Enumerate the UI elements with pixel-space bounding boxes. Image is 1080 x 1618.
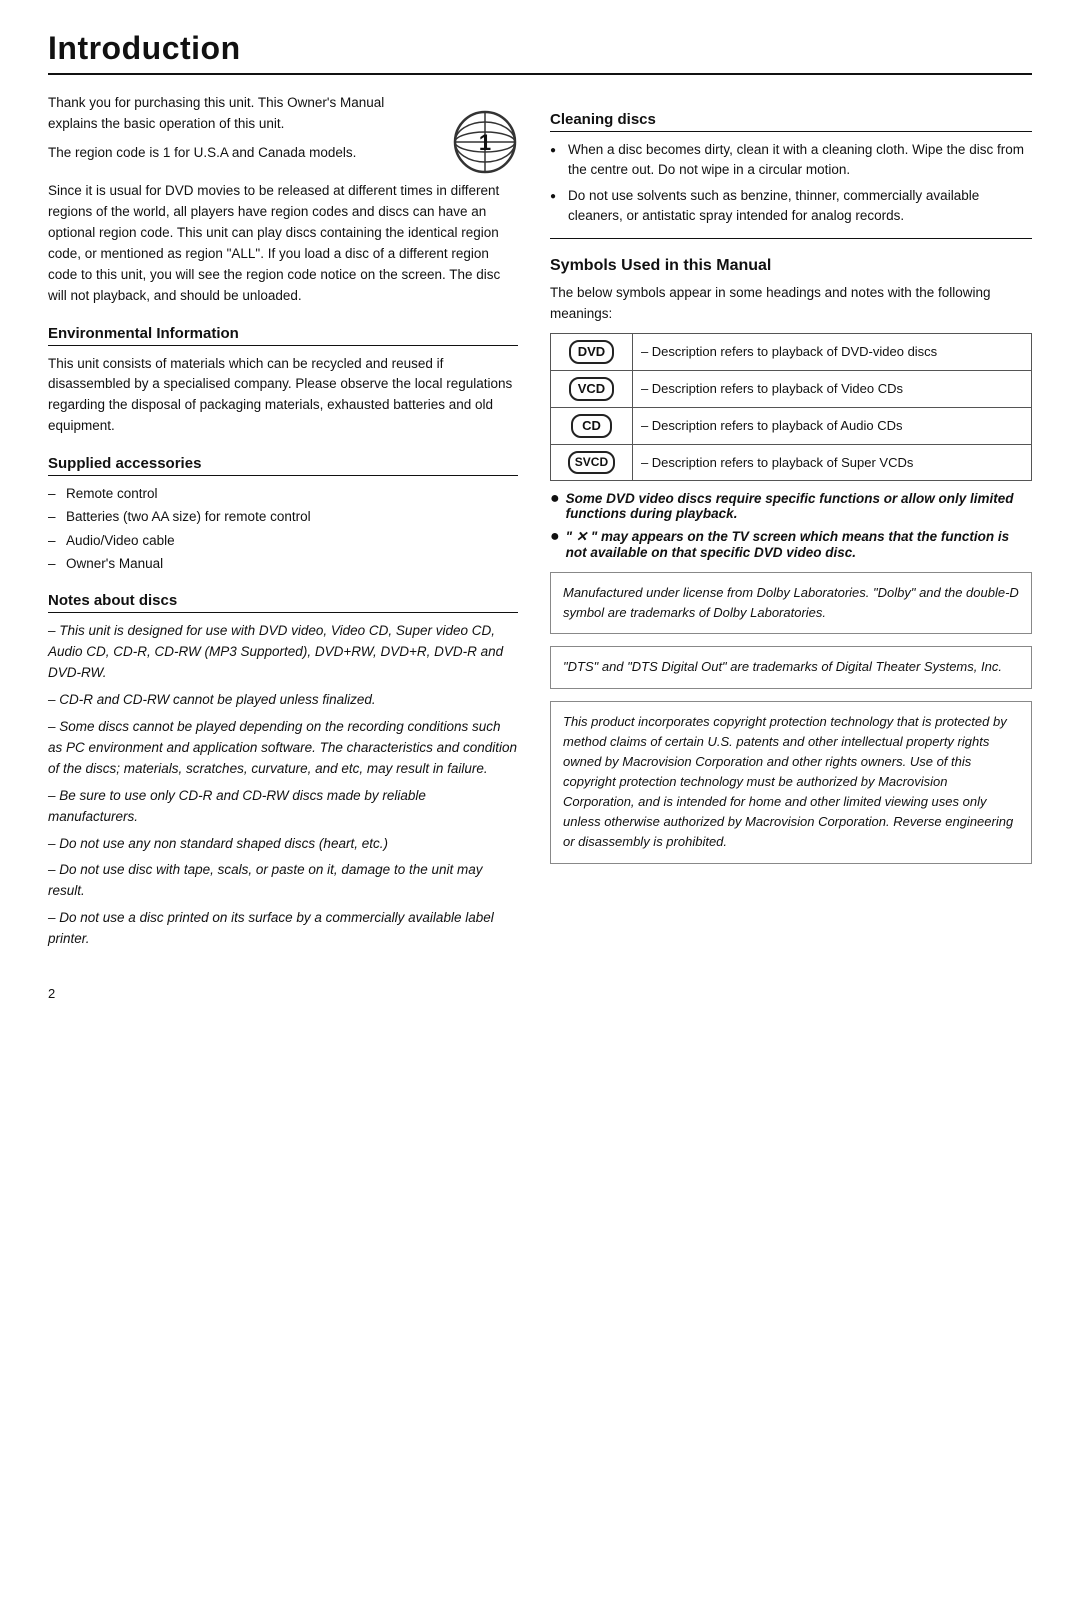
intro-text: Thank you for purchasing this unit. This… [48,93,432,172]
notice-box-1: Manufactured under license from Dolby La… [550,572,1032,634]
cleaning-heading: Cleaning discs [550,111,1032,132]
main-content: Thank you for purchasing this unit. This… [48,93,1032,956]
notes-item-5: – Do not use disc with tape, scals, or p… [48,860,518,902]
notes-content: – This unit is designed for use with DVD… [48,621,518,950]
disc-badge-dvd: DVD [551,333,633,370]
page-title: Introduction [48,30,1032,75]
cleaning-list: When a disc becomes dirty, clean it with… [550,140,1032,226]
notes-item-3: – Be sure to use only CD-R and CD-RW dis… [48,786,518,828]
intro-section: Thank you for purchasing this unit. This… [48,93,518,175]
intro-para3: Since it is usual for DVD movies to be r… [48,181,518,307]
notes-item-2: – Some discs cannot be played depending … [48,717,518,780]
dvd-note1: ● Some DVD video discs require specific … [550,491,1032,521]
section-divider [550,238,1032,239]
table-row: SVCD – Description refers to playback of… [551,445,1032,481]
notes-item-6: – Do not use a disc printed on its surfa… [48,908,518,950]
table-row: CD – Description refers to playback of A… [551,408,1032,445]
svg-text:1: 1 [479,130,491,155]
intro-para2: The region code is 1 for U.S.A and Canad… [48,143,432,164]
table-row: VCD – Description refers to playback of … [551,371,1032,408]
disc-desc-svcd: – Description refers to playback of Supe… [632,445,1031,481]
env-para: This unit consists of materials which ca… [48,354,518,438]
list-item: Remote control [48,484,518,504]
notes-item-0: – This unit is designed for use with DVD… [48,621,518,684]
notice-box-3: This product incorporates copyright prot… [550,701,1032,864]
list-item: Batteries (two AA size) for remote contr… [48,507,518,527]
bullet-dot: ● [550,528,560,560]
symbols-table: DVD – Description refers to playback of … [550,333,1032,481]
accessories-list: Remote control Batteries (two AA size) f… [48,484,518,574]
disc-desc-vcd: – Description refers to playback of Vide… [632,371,1031,408]
accessories-heading: Supplied accessories [48,455,518,476]
dvd-note1-text: Some DVD video discs require specific fu… [566,491,1032,521]
intro-para1: Thank you for purchasing this unit. This… [48,93,432,135]
bullet-dot: ● [550,490,560,521]
notes-item-4: – Do not use any non standard shaped dis… [48,834,518,855]
region-badge: 1 [450,107,518,175]
right-column: Cleaning discs When a disc becomes dirty… [550,93,1032,956]
notice-1-text: Manufactured under license from Dolby La… [563,585,1019,620]
list-item: Do not use solvents such as benzine, thi… [550,186,1032,227]
list-item: Owner's Manual [48,554,518,574]
disc-badge-svcd: SVCD [551,445,633,481]
list-item: Audio/Video cable [48,531,518,551]
notes-item-1: – CD-R and CD-RW cannot be played unless… [48,690,518,711]
symbols-intro: The below symbols appear in some heading… [550,283,1032,325]
env-heading: Environmental Information [48,325,518,346]
notice-3-text: This product incorporates copyright prot… [563,714,1013,850]
page-number: 2 [48,986,55,1001]
list-item: When a disc becomes dirty, clean it with… [550,140,1032,181]
notice-box-2: "DTS" and "DTS Digital Out" are trademar… [550,646,1032,688]
table-row: DVD – Description refers to playback of … [551,333,1032,370]
disc-desc-dvd: – Description refers to playback of DVD-… [632,333,1031,370]
symbols-heading: Symbols Used in this Manual [550,257,1032,278]
dvd-note2-text: " ✕ " may appears on the TV screen which… [566,529,1032,560]
notes-heading: Notes about discs [48,592,518,613]
dvd-note2: ● " ✕ " may appears on the TV screen whi… [550,529,1032,560]
left-column: Thank you for purchasing this unit. This… [48,93,518,956]
disc-badge-vcd: VCD [551,371,633,408]
disc-badge-cd: CD [551,408,633,445]
notice-2-text: "DTS" and "DTS Digital Out" are trademar… [563,659,1002,674]
disc-desc-cd: – Description refers to playback of Audi… [632,408,1031,445]
